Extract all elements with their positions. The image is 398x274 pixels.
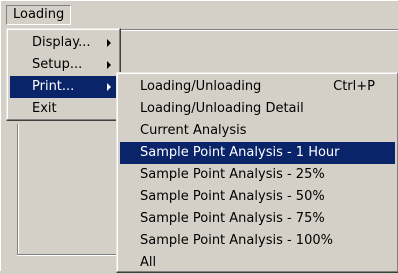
menu-loading[interactable]: Loading xyxy=(6,5,72,25)
loading-dropdown-menu: Display... Setup... Print... Exit xyxy=(6,28,121,121)
submenu-item-loading-unloading[interactable]: Loading/Unloading Ctrl+P xyxy=(120,76,395,98)
menu-item-label: Sample Point Analysis - 75% xyxy=(140,211,325,226)
menu-item-print[interactable]: Print... xyxy=(10,76,117,98)
print-submenu: Loading/Unloading Ctrl+P Loading/Unloadi… xyxy=(116,72,398,273)
menu-item-label: Current Analysis xyxy=(140,123,247,138)
panel-border-left-highlight xyxy=(18,124,19,255)
submenu-item-sample-point-1-hour[interactable]: Sample Point Analysis - 1 Hour xyxy=(120,142,395,164)
menu-item-label: Sample Point Analysis - 1 Hour xyxy=(140,145,340,160)
menu-item-label: Sample Point Analysis - 25% xyxy=(140,167,325,182)
menu-item-label: Loading/Unloading xyxy=(140,79,262,94)
menu-item-label: Exit xyxy=(32,101,57,116)
menu-item-label: Print... xyxy=(32,79,75,94)
submenu-item-loading-unloading-detail[interactable]: Loading/Unloading Detail xyxy=(120,98,395,120)
submenu-item-sample-point-25[interactable]: Sample Point Analysis - 25% xyxy=(120,164,395,186)
panel-border-top-highlight xyxy=(120,30,398,31)
menu-item-label: All xyxy=(140,255,157,270)
submenu-arrow-icon xyxy=(107,39,111,47)
menu-item-label: Setup... xyxy=(32,57,83,72)
submenu-item-current-analysis[interactable]: Current Analysis xyxy=(120,120,395,142)
submenu-arrow-icon xyxy=(107,61,111,69)
menu-item-label: Sample Point Analysis - 100% xyxy=(140,233,333,248)
menu-item-setup[interactable]: Setup... xyxy=(10,54,117,76)
submenu-item-sample-point-100[interactable]: Sample Point Analysis - 100% xyxy=(120,230,395,252)
menu-item-display[interactable]: Display... xyxy=(10,32,117,54)
panel-border-bottom-highlight xyxy=(17,255,117,256)
shortcut-label: Ctrl+P xyxy=(333,79,375,94)
menu-bar: Loading xyxy=(0,0,398,28)
menu-item-label: Sample Point Analysis - 50% xyxy=(140,189,325,204)
menu-item-label: Display... xyxy=(32,35,91,50)
submenu-item-sample-point-75[interactable]: Sample Point Analysis - 75% xyxy=(120,208,395,230)
submenu-item-sample-point-50[interactable]: Sample Point Analysis - 50% xyxy=(120,186,395,208)
menu-item-label: Loading/Unloading Detail xyxy=(140,101,304,116)
menu-item-exit[interactable]: Exit xyxy=(10,98,117,120)
submenu-arrow-icon xyxy=(107,83,111,91)
